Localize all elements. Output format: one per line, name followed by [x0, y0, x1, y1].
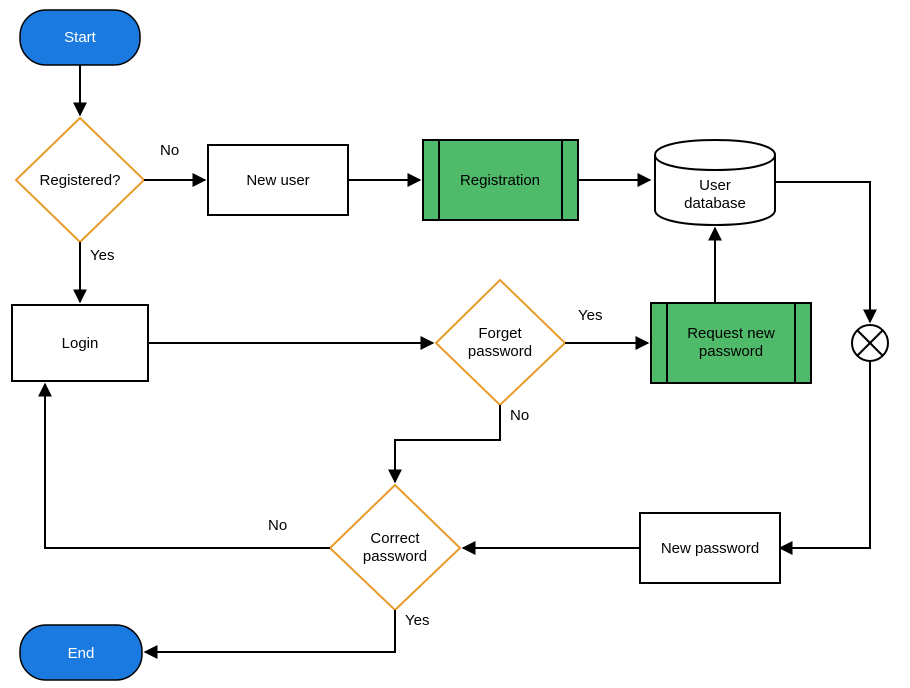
start-label: Start [64, 29, 97, 46]
user-db-label-1: User [699, 177, 731, 194]
start-node: Start [20, 10, 140, 65]
correct-label-1: Correct [370, 530, 420, 547]
new-user-label: New user [246, 172, 309, 189]
edge-correct-no [45, 384, 330, 548]
registration-node: Registration [423, 140, 578, 220]
user-db-label-2: database [684, 195, 746, 212]
user-database-node: User database [655, 140, 775, 225]
end-node: End [20, 625, 142, 680]
forget-label-1: Forget [478, 325, 522, 342]
login-node: Login [12, 305, 148, 381]
registered-yes-label: Yes [90, 247, 114, 264]
registered-label: Registered? [40, 172, 121, 189]
summing-junction [852, 325, 888, 361]
correct-no-label: No [268, 517, 287, 534]
request-new-password-node: Request new password [651, 303, 811, 383]
registered-decision: Registered? [16, 118, 144, 242]
edge-correct-yes [145, 610, 395, 652]
end-label: End [68, 645, 95, 662]
forget-no-label: No [510, 407, 529, 424]
correct-label-2: password [363, 548, 427, 565]
request-label-1: Request new [687, 325, 775, 342]
new-password-node: New password [640, 513, 780, 583]
forget-label-2: password [468, 343, 532, 360]
new-password-label: New password [661, 540, 759, 557]
edge-db-to-summing [775, 182, 870, 322]
registration-label: Registration [460, 172, 540, 189]
flowchart: Start Registered? No New user Registrati… [0, 0, 910, 688]
new-user-node: New user [208, 145, 348, 215]
request-label-2: password [699, 343, 763, 360]
registered-no-label: No [160, 142, 179, 159]
forget-yes-label: Yes [578, 307, 602, 324]
edge-summing-to-newpassword [780, 361, 870, 548]
login-label: Login [62, 335, 99, 352]
correct-password-decision: Correct password [330, 485, 460, 610]
edge-forget-no [395, 405, 500, 482]
correct-yes-label: Yes [405, 612, 429, 629]
forget-password-decision: Forget password [436, 280, 565, 405]
